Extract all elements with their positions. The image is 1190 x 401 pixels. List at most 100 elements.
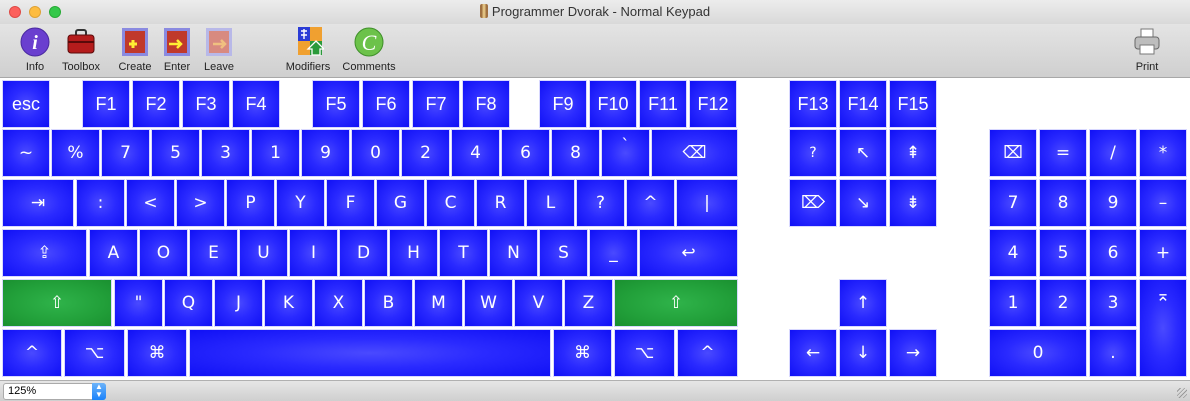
key-t[interactable]: T [439,229,488,277]
key-keypad-decimal[interactable]: . [1089,329,1137,377]
key-keypad-clear[interactable]: ⌧ [989,129,1037,177]
modifiers-button[interactable]: Modifiers [280,27,336,75]
key-shift-left[interactable]: ⇧ [2,279,112,327]
key-e[interactable]: E [189,229,238,277]
key-keypad-enter[interactable]: ⌅ [1139,279,1187,377]
key-i[interactable]: I [289,229,338,277]
key-l[interactable]: L [526,179,575,227]
key-keypad-1[interactable]: 1 [989,279,1037,327]
key-keypad-multiply[interactable]: * [1139,129,1187,177]
key-f11[interactable]: F11 [639,80,687,128]
key-keypad-9[interactable]: 9 [1089,179,1137,227]
key-n[interactable]: N [489,229,538,277]
key-return[interactable]: ↩ [639,229,738,277]
key-p[interactable]: P [226,179,275,227]
key-f14[interactable]: F14 [839,80,887,128]
key-d[interactable]: D [339,229,388,277]
key-s[interactable]: S [539,229,588,277]
key-f10[interactable]: F10 [589,80,637,128]
key-m[interactable]: M [414,279,463,327]
key-f5[interactable]: F5 [312,80,360,128]
key-5[interactable]: 5 [151,129,200,177]
key-f13[interactable]: F13 [789,80,837,128]
key-f9[interactable]: F9 [539,80,587,128]
key-colon[interactable]: : [76,179,125,227]
key-arrow-left[interactable]: ← [789,329,837,377]
key-f7[interactable]: F7 [412,80,460,128]
create-button[interactable]: Create [114,27,156,75]
key-2[interactable]: 2 [401,129,450,177]
key-end[interactable]: ↘ [839,179,887,227]
key-7[interactable]: 7 [101,129,150,177]
key-f15[interactable]: F15 [889,80,937,128]
zoom-select[interactable]: 125% ▲ ▼ [3,383,106,400]
key-less-than[interactable]: < [126,179,175,227]
key-underscore[interactable]: _ [589,229,638,277]
key-z[interactable]: Z [564,279,613,327]
key-control-left[interactable]: ^ [2,329,62,377]
key-f3[interactable]: F3 [182,80,230,128]
key-f4[interactable]: F4 [232,80,280,128]
key-0[interactable]: 0 [351,129,400,177]
key-backspace[interactable]: ⌫ [651,129,738,177]
key-forward-delete[interactable]: ⌦ [789,179,837,227]
key-k[interactable]: K [264,279,313,327]
key-double-quote[interactable]: " [114,279,163,327]
key-page-up[interactable]: ⇞ [889,129,937,177]
key-keypad-minus[interactable]: – [1139,179,1187,227]
print-button[interactable]: Print [1126,27,1168,75]
key-w[interactable]: W [464,279,513,327]
key-home[interactable]: ↖ [839,129,887,177]
key-j[interactable]: J [214,279,263,327]
key-caret[interactable]: ^ [626,179,675,227]
comments-button[interactable]: C Comments [340,27,398,75]
key-command-right[interactable]: ⌘ [553,329,612,377]
key-r[interactable]: R [476,179,525,227]
key-g[interactable]: G [376,179,425,227]
key-keypad-0[interactable]: 0 [989,329,1087,377]
key-6[interactable]: 6 [501,129,550,177]
key-b[interactable]: B [364,279,413,327]
key-h[interactable]: H [389,229,438,277]
key-f12[interactable]: F12 [689,80,737,128]
key-option-left[interactable]: ⌥ [64,329,125,377]
key-4[interactable]: 4 [451,129,500,177]
key-keypad-2[interactable]: 2 [1039,279,1087,327]
key-f6[interactable]: F6 [362,80,410,128]
key-u[interactable]: U [239,229,288,277]
leave-button[interactable]: Leave [198,27,240,75]
key-pipe[interactable]: | [676,179,738,227]
key-capslock[interactable]: ⇪ [2,229,87,277]
key-keypad-equals[interactable]: = [1039,129,1087,177]
key-keypad-divide[interactable]: / [1089,129,1137,177]
key-keypad-7[interactable]: 7 [989,179,1037,227]
key-8[interactable]: 8 [551,129,600,177]
key-1[interactable]: 1 [251,129,300,177]
key-shift-right[interactable]: ⇧ [614,279,738,327]
key-keypad-3[interactable]: 3 [1089,279,1137,327]
info-button[interactable]: i Info [14,27,56,75]
key-question[interactable]: ? [576,179,625,227]
key-esc[interactable]: esc [2,80,50,128]
key-f8[interactable]: F8 [462,80,510,128]
key-space[interactable] [189,329,551,377]
key-a[interactable]: A [89,229,138,277]
enter-button[interactable]: Enter [156,27,198,75]
key-option-right[interactable]: ⌥ [614,329,675,377]
key-y[interactable]: Y [276,179,325,227]
key-command-left[interactable]: ⌘ [127,329,187,377]
key-f1[interactable]: F1 [82,80,130,128]
key-control-right[interactable]: ^ [677,329,738,377]
key-tilde[interactable]: ~ [2,129,50,177]
key-keypad-plus[interactable]: + [1139,229,1187,277]
key-x[interactable]: X [314,279,363,327]
key-9[interactable]: 9 [301,129,350,177]
key-percent[interactable]: % [51,129,100,177]
key-q[interactable]: Q [164,279,213,327]
key-arrow-right[interactable]: → [889,329,937,377]
key-v[interactable]: V [514,279,563,327]
key-arrow-up[interactable]: ↑ [839,279,887,327]
key-keypad-5[interactable]: 5 [1039,229,1087,277]
key-o[interactable]: O [139,229,188,277]
key-tab[interactable]: ⇥ [2,179,74,227]
